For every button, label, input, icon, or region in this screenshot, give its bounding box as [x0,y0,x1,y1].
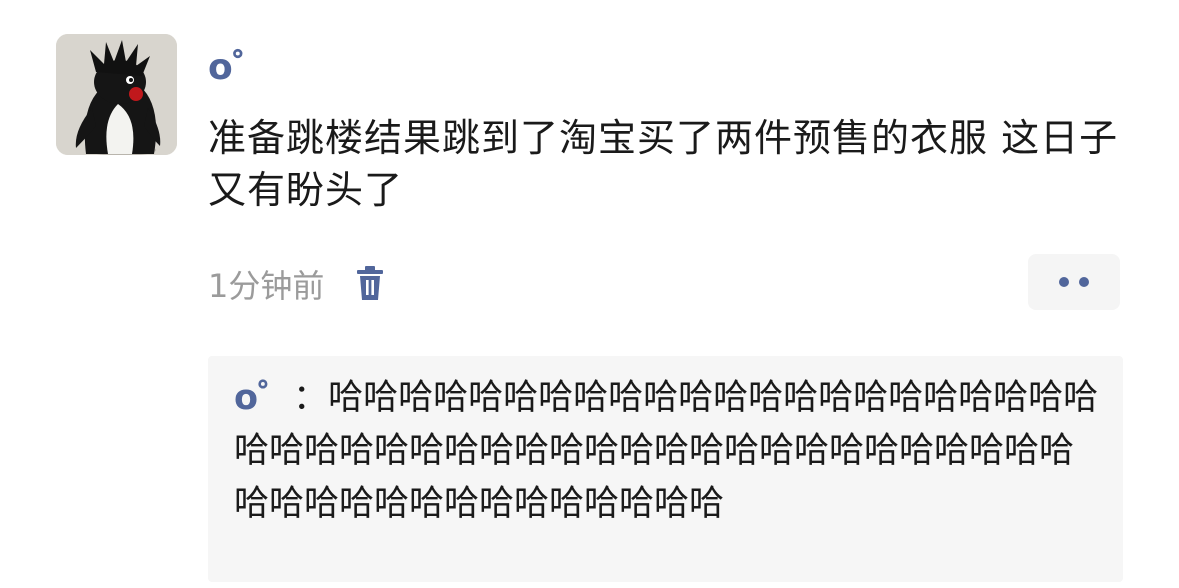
comment-panel: o゜：哈哈哈哈哈哈哈哈哈哈哈哈哈哈哈哈哈哈哈哈哈哈哈哈哈哈哈哈哈哈哈哈哈哈哈哈哈… [208,356,1123,582]
penguin-avatar-image [56,34,177,155]
comment-item: o゜：哈哈哈哈哈哈哈哈哈哈哈哈哈哈哈哈哈哈哈哈哈哈哈哈哈哈哈哈哈哈哈哈哈哈哈哈哈… [208,356,1123,531]
post-meta-row: 1分钟前 [208,260,386,308]
post-content: 准备跳楼结果跳到了淘宝买了两件预售的衣服 这日子又有盼头了 [208,116,1119,212]
more-dots-icon [1079,277,1089,287]
comment-body: 哈哈哈哈哈哈哈哈哈哈哈哈哈哈哈哈哈哈哈哈哈哈哈哈哈哈哈哈哈哈哈哈哈哈哈哈哈哈哈哈… [234,378,1099,524]
post-username[interactable]: o゜ [208,38,269,98]
trash-icon[interactable] [354,264,386,304]
comment-author[interactable]: o゜ [234,378,293,418]
avatar[interactable] [56,34,177,155]
comment-separator: ： [293,378,329,418]
post-timestamp: 1分钟前 [208,267,325,305]
more-dots-icon [1059,277,1069,287]
more-options-button[interactable] [1028,254,1120,310]
